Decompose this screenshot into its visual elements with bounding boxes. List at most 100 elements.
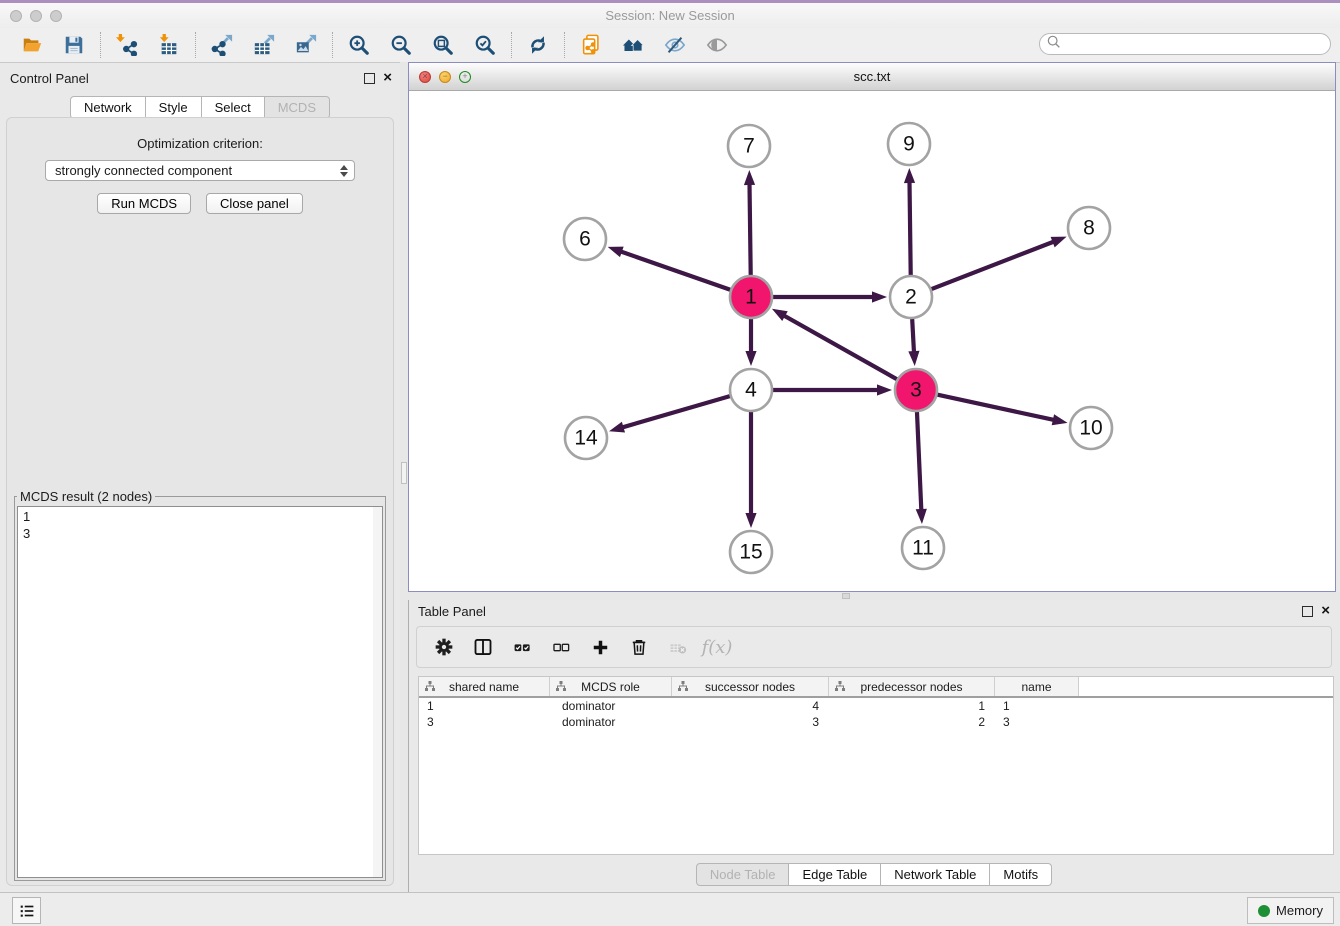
- graph-node-3[interactable]: 3: [895, 369, 937, 411]
- network-window-titlebar[interactable]: scc.txt: [409, 63, 1335, 91]
- table-row[interactable]: 3dominator323: [419, 714, 1333, 730]
- table-cell[interactable]: 3: [995, 715, 1079, 729]
- graph-edge-3-11[interactable]: [916, 412, 927, 524]
- select-unchecked-icon[interactable]: [550, 636, 572, 658]
- graph-edge-1-7[interactable]: [744, 170, 755, 275]
- column-header-shared-name[interactable]: shared name: [419, 677, 550, 696]
- tab-node-table[interactable]: Node Table: [696, 863, 790, 886]
- column-header-MCDS-role[interactable]: MCDS role: [550, 677, 672, 696]
- delete-table-icon: [667, 636, 689, 658]
- zoom-fit-icon[interactable]: [430, 32, 456, 58]
- control-panel-tabs: NetworkStyleSelectMCDS: [0, 96, 400, 119]
- graph-node-11[interactable]: 11: [902, 527, 944, 569]
- settings-gear-icon[interactable]: [433, 636, 455, 658]
- network-document-icon[interactable]: [578, 32, 604, 58]
- graph-edge-1-2[interactable]: [773, 291, 887, 302]
- status-bar: Memory: [0, 892, 1340, 926]
- task-history-button[interactable]: [12, 897, 41, 924]
- add-column-icon[interactable]: [589, 636, 611, 658]
- tab-motifs[interactable]: Motifs: [990, 863, 1052, 886]
- close-panel-button[interactable]: Close panel: [206, 193, 303, 214]
- graph-node-15[interactable]: 15: [730, 531, 772, 573]
- graph-edge-2-8[interactable]: [932, 237, 1067, 289]
- tab-style[interactable]: Style: [146, 96, 202, 119]
- optimization-criterion-dropdown[interactable]: strongly connected component: [45, 160, 355, 181]
- toggle-panel-icon[interactable]: [472, 636, 494, 658]
- close-window-button[interactable]: [10, 10, 22, 22]
- table-cell[interactable]: dominator: [550, 699, 672, 713]
- close-table-panel-icon[interactable]: ×: [1321, 606, 1330, 616]
- graph-edge-1-4[interactable]: [745, 319, 756, 366]
- show-all-icon[interactable]: [704, 32, 730, 58]
- horizontal-splitter-handle[interactable]: [842, 593, 850, 599]
- tab-mcds[interactable]: MCDS: [265, 96, 330, 119]
- table-cell[interactable]: 1: [419, 699, 550, 713]
- table-cell[interactable]: dominator: [550, 715, 672, 729]
- graph-node-7[interactable]: 7: [728, 125, 770, 167]
- open-session-icon[interactable]: [19, 32, 45, 58]
- graph-node-2[interactable]: 2: [890, 276, 932, 318]
- run-mcds-button[interactable]: Run MCDS: [97, 193, 191, 214]
- memory-button[interactable]: Memory: [1247, 897, 1334, 924]
- column-header-name[interactable]: name: [995, 677, 1079, 696]
- search-input[interactable]: [1039, 33, 1331, 55]
- graph-node-1[interactable]: 1: [730, 276, 772, 318]
- network-canvas[interactable]: 7 9 6 8 1 2 4 3 14 10 15 11: [409, 90, 1335, 591]
- import-table-icon[interactable]: [156, 32, 182, 58]
- float-table-panel-icon[interactable]: [1302, 606, 1313, 617]
- zoom-in-icon[interactable]: [346, 32, 372, 58]
- mcds-result-text[interactable]: 1 3: [17, 506, 383, 878]
- zoom-selected-icon[interactable]: [472, 32, 498, 58]
- control-panel: Control Panel × NetworkStyleSelectMCDS O…: [0, 62, 400, 892]
- table-cell[interactable]: 3: [672, 715, 829, 729]
- horizontal-splitter[interactable]: [408, 592, 1340, 600]
- table-row[interactable]: 1dominator411: [419, 698, 1333, 714]
- graph-edge-3-1[interactable]: [772, 309, 897, 379]
- table-cell[interactable]: 2: [829, 715, 995, 729]
- network-maximize-button[interactable]: [459, 71, 471, 83]
- tab-edge-table[interactable]: Edge Table: [789, 863, 881, 886]
- tab-network[interactable]: Network: [70, 96, 146, 119]
- zoom-window-button[interactable]: [50, 10, 62, 22]
- graph-node-14[interactable]: 14: [565, 417, 607, 459]
- graph-edge-4-14[interactable]: [609, 396, 730, 432]
- graph-edge-4-15[interactable]: [745, 412, 756, 528]
- column-header-successor-nodes[interactable]: successor nodes: [672, 677, 829, 696]
- refresh-view-icon[interactable]: [525, 32, 551, 58]
- graph-edge-1-6[interactable]: [608, 247, 731, 290]
- table-cell[interactable]: 4: [672, 699, 829, 713]
- graph-edge-2-3[interactable]: [908, 319, 919, 366]
- home-icon[interactable]: [620, 32, 646, 58]
- save-session-icon[interactable]: [61, 32, 87, 58]
- network-close-button[interactable]: [419, 71, 431, 83]
- network-minimize-button[interactable]: [439, 71, 451, 83]
- table-cell[interactable]: 1: [995, 699, 1079, 713]
- vertical-splitter-handle[interactable]: [401, 462, 407, 484]
- graph-node-4[interactable]: 4: [730, 369, 772, 411]
- minimize-window-button[interactable]: [30, 10, 42, 22]
- import-network-icon[interactable]: [114, 32, 140, 58]
- tab-select[interactable]: Select: [202, 96, 265, 119]
- float-panel-icon[interactable]: [364, 73, 375, 84]
- delete-column-icon[interactable]: [628, 636, 650, 658]
- graph-node-6[interactable]: 6: [564, 218, 606, 260]
- zoom-out-icon[interactable]: [388, 32, 414, 58]
- select-checked-icon[interactable]: [511, 636, 533, 658]
- export-network-icon[interactable]: [209, 32, 235, 58]
- graph-node-10[interactable]: 10: [1070, 407, 1112, 449]
- graph-node-8[interactable]: 8: [1068, 207, 1110, 249]
- column-header-predecessor-nodes[interactable]: predecessor nodes: [829, 677, 995, 696]
- table-cell[interactable]: 1: [829, 699, 995, 713]
- export-image-icon[interactable]: [293, 32, 319, 58]
- hide-selected-icon[interactable]: [662, 32, 688, 58]
- graph-edge-4-3[interactable]: [773, 384, 892, 395]
- close-panel-icon[interactable]: ×: [383, 73, 392, 83]
- export-table-icon[interactable]: [251, 32, 277, 58]
- tab-network-table[interactable]: Network Table: [881, 863, 990, 886]
- table-cell[interactable]: 3: [419, 715, 550, 729]
- graph-edge-3-10[interactable]: [937, 395, 1067, 426]
- graph-edge-2-9[interactable]: [904, 168, 915, 275]
- result-scrollbar[interactable]: [373, 507, 382, 877]
- graph-node-9[interactable]: 9: [888, 123, 930, 165]
- svg-text:7: 7: [743, 135, 755, 158]
